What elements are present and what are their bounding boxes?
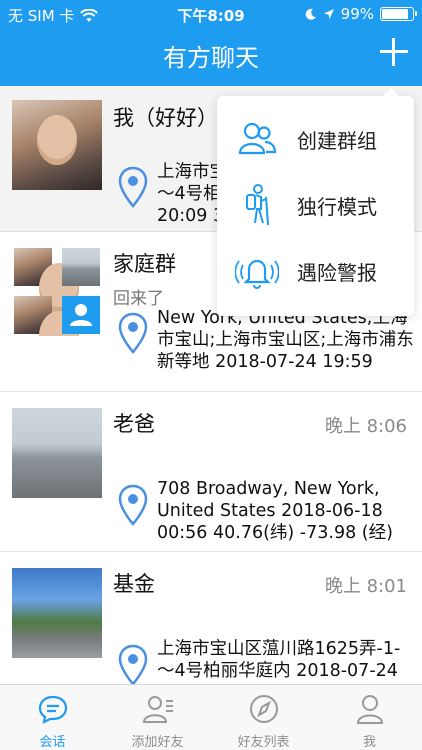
conversation-location: New York, United States;上海市宝山;上海市宝山区;上海市… — [157, 308, 414, 372]
location-pin-icon — [118, 644, 148, 684]
page-title: 有方聊天 — [163, 44, 259, 72]
moon-icon — [305, 8, 316, 20]
menu-item-label: 创建群组 — [297, 128, 377, 153]
conversation-name: 我（好好） — [113, 106, 218, 130]
location-pin-icon — [118, 166, 148, 208]
menu-item-label: 遇险警报 — [297, 260, 377, 285]
status-bar: 无 SIM 卡 下午8:09 99% — [0, 0, 422, 28]
conversation-name: 基金 — [113, 572, 155, 596]
tab-label: 我 — [362, 735, 376, 750]
conversation-name: 家庭群 — [113, 252, 176, 276]
menu-item-solo-mode[interactable]: 独行模式 — [217, 172, 414, 238]
alarm-bell-icon — [235, 259, 279, 289]
conversation-name: 老爸 — [113, 412, 155, 436]
tab-label: 好友列表 — [237, 735, 290, 750]
status-right: 99% — [305, 5, 417, 23]
location-pin-icon — [118, 312, 148, 354]
group-member-photo — [62, 248, 100, 286]
conversation-time: 晚上 8:06 — [324, 416, 407, 437]
compass-icon — [250, 695, 278, 723]
menu-item-label: 独行模式 — [297, 194, 377, 219]
avatar — [12, 100, 102, 190]
conversation-row-dad[interactable]: 老爸 晚上 8:06 708 Broadway, New York, Unite… — [0, 392, 422, 552]
battery-percent: 99% — [340, 5, 374, 23]
default-user-icon — [62, 296, 100, 334]
conversation-time: 晚上 8:01 — [324, 576, 407, 597]
hiker-icon — [246, 184, 269, 226]
avatar — [12, 408, 102, 498]
avatar — [12, 568, 102, 658]
add-plus-button[interactable] — [380, 38, 408, 66]
location-pin-icon — [118, 484, 148, 526]
group-member-photo — [14, 296, 79, 336]
add-menu-popover: 创建群组 独行模式 遇险警报 — [217, 88, 414, 316]
menu-item-create-group[interactable]: 创建群组 — [217, 106, 414, 172]
conversation-location: 708 Broadway, New York, United States 20… — [157, 479, 393, 543]
tab-label: 会话 — [39, 735, 66, 750]
group-member-photo — [14, 248, 79, 313]
top-bar: 无 SIM 卡 下午8:09 99% 有方聊天 — [0, 0, 422, 86]
tab-label: 添加好友 — [131, 735, 184, 750]
chat-bubble-icon — [38, 695, 68, 724]
group-avatar — [12, 246, 102, 336]
conversation-last-message: 回来了 — [113, 289, 164, 309]
menu-item-distress-alarm[interactable]: 遇险警报 — [217, 238, 414, 304]
location-arrow-icon — [323, 9, 334, 19]
tab-bar: 会话 添加好友 好友列表 我 — [0, 684, 422, 750]
battery-icon — [380, 7, 417, 21]
person-icon — [356, 695, 384, 724]
conversation-row-fund[interactable]: 基金 晚上 8:01 上海市宝山区蕰川路1625弄-1-～4号柏丽华庭内 201… — [0, 552, 422, 684]
app-root: 无 SIM 卡 下午8:09 99% 有方聊天 我（好好） 上海市宝 ～4号相 … — [0, 0, 422, 750]
tab-me[interactable]: 我 — [317, 685, 422, 750]
tab-friend-list[interactable]: 好友列表 — [211, 685, 316, 750]
tab-add-friend[interactable]: 添加好友 — [105, 685, 210, 750]
add-friend-icon — [142, 696, 173, 723]
conversation-location: 上海市宝山区蕰川路1625弄-1-～4号柏丽华庭内 2018-07-24 — [157, 639, 401, 681]
tab-conversations[interactable]: 会话 — [0, 685, 105, 750]
group-icon — [238, 122, 277, 155]
